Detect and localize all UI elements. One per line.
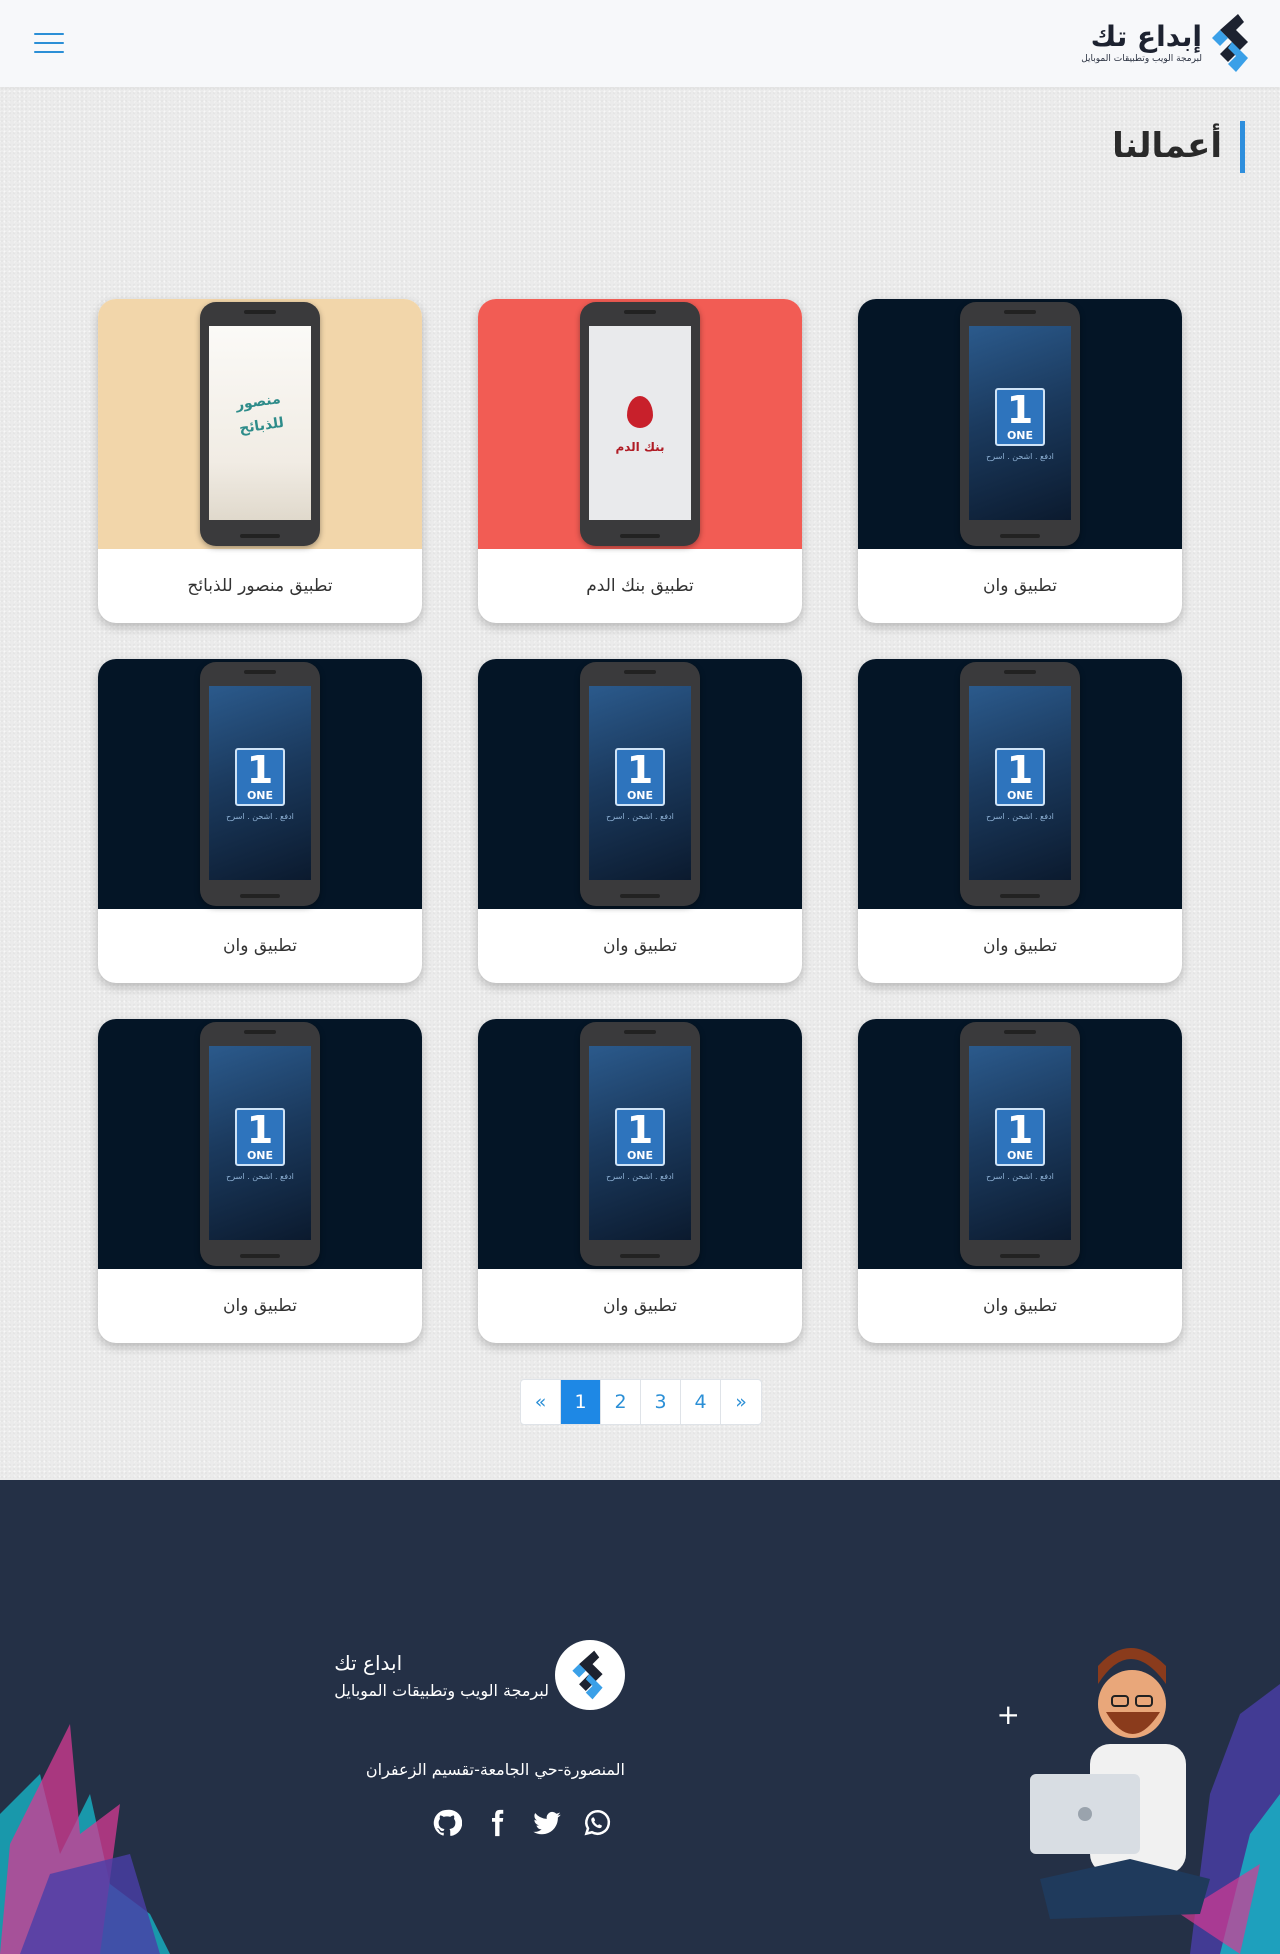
project-card[interactable]: 1 ONE ادفع . اشحن . اسرح تطبيق وان: [478, 659, 802, 983]
one-app-slogan: ادفع . اشحن . اسرح: [986, 812, 1054, 821]
page-title: أعمالنا: [1112, 121, 1245, 173]
whatsapp-icon[interactable]: [582, 1808, 612, 1838]
project-title: تطبيق وان: [223, 1296, 297, 1316]
phone-mockup: 1 ONE ادفع . اشحن . اسرح: [960, 662, 1080, 906]
project-title: تطبيق وان: [983, 576, 1057, 596]
project-card[interactable]: بنك الدم تطبيق بنك الدم: [478, 299, 802, 623]
phone-screen: 1 ONE ادفع . اشحن . اسرح: [209, 1046, 311, 1240]
one-app-logo: 1 ONE: [235, 1108, 285, 1166]
phone-screen: بنك الدم: [589, 326, 691, 520]
decorative-brush-left: [0, 1724, 170, 1954]
project-title: تطبيق بنك الدم: [586, 576, 694, 596]
phone-screen: 1 ONE ادفع . اشحن . اسرح: [969, 1046, 1071, 1240]
pagination-next[interactable]: »: [721, 1380, 761, 1424]
phone-screen: 1 ONE ادفع . اشحن . اسرح: [589, 1046, 691, 1240]
one-app-slogan: ادفع . اشحن . اسرح: [226, 812, 294, 821]
one-app-logo: 1 ONE: [995, 388, 1045, 446]
phone-screen: 1 ONE ادفع . اشحن . اسرح: [209, 686, 311, 880]
project-title: تطبيق منصور للذبائح: [187, 576, 333, 596]
phone-screen: 1 ONE ادفع . اشحن . اسرح: [969, 326, 1071, 520]
project-card[interactable]: 1 ONE ادفع . اشحن . اسرح تطبيق وان: [858, 299, 1182, 623]
one-app-logo: 1 ONE: [615, 748, 665, 806]
twitter-icon[interactable]: [532, 1808, 562, 1838]
pagination: « 1 2 3 4 »: [520, 1379, 762, 1425]
phone-mockup: منصور للذبائح: [200, 302, 320, 546]
project-title: تطبيق وان: [223, 936, 297, 956]
one-app-slogan: ادفع . اشحن . اسرح: [226, 1172, 294, 1181]
pagination-page-1[interactable]: 1: [561, 1380, 601, 1424]
footer-brand: ابداع تك لبرمجة الويب وتطبيقات الموبايل: [330, 1640, 625, 1710]
project-title: تطبيق وان: [603, 936, 677, 956]
pagination-page-2[interactable]: 2: [601, 1380, 641, 1424]
brand-logo[interactable]: إبداع تك لبرمجة الويب وتطبيقات الموبايل: [1081, 10, 1258, 76]
github-icon[interactable]: [432, 1808, 462, 1838]
phone-mockup: 1 ONE ادفع . اشحن . اسرح: [960, 302, 1080, 546]
footer-company-text: ابداع تك لبرمجة الويب وتطبيقات الموبايل: [330, 1651, 549, 1700]
footer-logo-icon: [555, 1640, 625, 1710]
project-image: 1 ONE ادفع . اشحن . اسرح: [478, 1019, 802, 1269]
footer-social-links: [432, 1808, 612, 1838]
one-app-slogan: ادفع . اشحن . اسرح: [986, 1172, 1054, 1181]
project-title: تطبيق وان: [603, 1296, 677, 1316]
project-card[interactable]: 1 ONE ادفع . اشحن . اسرح تطبيق وان: [478, 1019, 802, 1343]
pagination-page-3[interactable]: 3: [641, 1380, 681, 1424]
project-card[interactable]: 1 ONE ادفع . اشحن . اسرح تطبيق وان: [98, 659, 422, 983]
phone-mockup: 1 ONE ادفع . اشحن . اسرح: [200, 662, 320, 906]
one-app-slogan: ادفع . اشحن . اسرح: [606, 1172, 674, 1181]
brand-tagline: لبرمجة الويب وتطبيقات الموبايل: [1081, 54, 1202, 64]
project-title: تطبيق وان: [983, 936, 1057, 956]
one-app-slogan: ادفع . اشحن . اسرح: [606, 812, 674, 821]
blood-app-label: بنك الدم: [615, 440, 665, 454]
facebook-icon[interactable]: [482, 1808, 512, 1838]
project-image: بنك الدم: [478, 299, 802, 549]
phone-screen: 1 ONE ادفع . اشحن . اسرح: [969, 686, 1071, 880]
brand-name: إبداع تك: [1090, 20, 1202, 53]
project-title: تطبيق وان: [983, 1296, 1057, 1316]
project-card[interactable]: منصور للذبائح تطبيق منصور للذبائح: [98, 299, 422, 623]
phone-mockup: 1 ONE ادفع . اشحن . اسرح: [580, 662, 700, 906]
phone-mockup: بنك الدم: [580, 302, 700, 546]
site-header: إبداع تك لبرمجة الويب وتطبيقات الموبايل: [0, 0, 1280, 87]
brand-mark-icon: [1212, 14, 1248, 72]
project-image: 1 ONE ادفع . اشحن . اسرح: [858, 659, 1182, 909]
mansour-app-logo: منصور للذبائح: [234, 391, 285, 437]
one-app-logo: 1 ONE: [995, 748, 1045, 806]
project-image: 1 ONE ادفع . اشحن . اسرح: [98, 1019, 422, 1269]
blood-drop-icon: [627, 396, 653, 428]
pagination-page-4[interactable]: 4: [681, 1380, 721, 1424]
footer-company-name: ابداع تك: [334, 1650, 403, 1675]
footer-address: المنصورة-حي الجامعة-تقسيم الزعفران: [365, 1760, 625, 1779]
project-image: 1 ONE ادفع . اشحن . اسرح: [98, 659, 422, 909]
project-image: 1 ONE ادفع . اشحن . اسرح: [858, 1019, 1182, 1269]
project-card[interactable]: 1 ONE ادفع . اشحن . اسرح تطبيق وان: [98, 1019, 422, 1343]
project-image: 1 ONE ادفع . اشحن . اسرح: [478, 659, 802, 909]
pagination-prev[interactable]: «: [521, 1380, 561, 1424]
phone-screen: منصور للذبائح: [209, 326, 311, 520]
developer-illustration: +: [997, 1648, 1280, 1954]
footer-company-tagline: لبرمجة الويب وتطبيقات الموبايل: [334, 1680, 549, 1700]
phone-mockup: 1 ONE ادفع . اشحن . اسرح: [960, 1022, 1080, 1266]
phone-mockup: 1 ONE ادفع . اشحن . اسرح: [580, 1022, 700, 1266]
project-card[interactable]: 1 ONE ادفع . اشحن . اسرح تطبيق وان: [858, 1019, 1182, 1343]
svg-text:+: +: [997, 1698, 1020, 1731]
project-card[interactable]: 1 ONE ادفع . اشحن . اسرح تطبيق وان: [858, 659, 1182, 983]
project-image: 1 ONE ادفع . اشحن . اسرح: [858, 299, 1182, 549]
brand-text: إبداع تك لبرمجة الويب وتطبيقات الموبايل: [1081, 21, 1202, 65]
one-app-logo: 1 ONE: [995, 1108, 1045, 1166]
one-app-logo: 1 ONE: [615, 1108, 665, 1166]
projects-grid: 1 ONE ادفع . اشحن . اسرح تطبيق وان بنك الدم ت…: [98, 299, 1182, 1343]
phone-screen: 1 ONE ادفع . اشحن . اسرح: [589, 686, 691, 880]
one-app-slogan: ادفع . اشحن . اسرح: [986, 452, 1054, 461]
one-app-logo: 1 ONE: [235, 748, 285, 806]
phone-mockup: 1 ONE ادفع . اشحن . اسرح: [200, 1022, 320, 1266]
site-footer: + ابداع تك لبرمجة الويب وتطبيقات الموباي…: [0, 1480, 1280, 1954]
project-image: منصور للذبائح: [98, 299, 422, 549]
hamburger-icon[interactable]: [34, 31, 64, 55]
